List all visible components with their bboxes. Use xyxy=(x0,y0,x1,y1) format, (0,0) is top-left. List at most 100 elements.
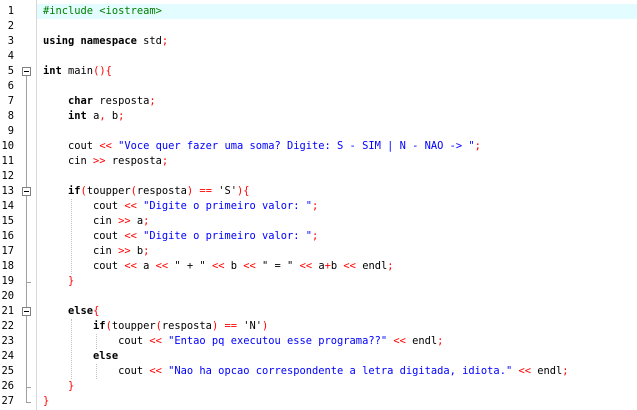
code-line-text: int a, b; xyxy=(43,109,124,124)
code-token: cout xyxy=(43,230,125,242)
line-number: 8 xyxy=(7,110,14,122)
code-token: toupper xyxy=(111,320,156,332)
code-line[interactable]: cout << "Digite o primeiro valor: "; xyxy=(37,199,637,214)
line-number: 7 xyxy=(7,95,14,107)
code-token: "Voce quer fazer uma soma? Digite: S - S… xyxy=(118,140,475,152)
line-number: 19 xyxy=(1,275,14,287)
fold-collapse-icon[interactable] xyxy=(22,187,31,196)
code-line-text: if(toupper(resposta) == 'N') xyxy=(43,319,268,334)
code-line[interactable]: } xyxy=(37,274,637,289)
code-line[interactable]: int a, b; xyxy=(37,109,637,124)
code-token: "Nao ha opcao correspondente a letra dig… xyxy=(168,365,519,377)
code-token: resposta xyxy=(136,185,187,197)
line-number: 12 xyxy=(1,170,14,182)
code-token: >> xyxy=(118,215,137,227)
code-line[interactable]: } xyxy=(37,379,637,394)
code-line[interactable]: cout << "Digite o primeiro valor: "; xyxy=(37,229,637,244)
code-token: if xyxy=(68,185,81,197)
code-line[interactable] xyxy=(37,19,637,34)
code-token: << xyxy=(124,260,144,272)
code-area[interactable]: #include <iostream> using namespace std; i… xyxy=(37,0,637,410)
code-line[interactable] xyxy=(37,169,637,184)
code-line[interactable]: cin >> a; xyxy=(37,214,637,229)
code-token: ; xyxy=(474,140,481,152)
code-line[interactable]: if(toupper(resposta) == 'S'){ xyxy=(37,184,637,199)
code-line[interactable] xyxy=(37,79,637,94)
code-line-text: cout << "Entao pq executou esse programa… xyxy=(43,334,443,349)
code-token: cout xyxy=(43,200,125,212)
indent-guide xyxy=(71,319,73,379)
code-token: << xyxy=(99,140,119,152)
line-number: 4 xyxy=(7,50,14,62)
code-line[interactable]: char resposta; xyxy=(37,94,637,109)
code-line[interactable]: else{ xyxy=(37,304,637,319)
code-editor[interactable]: 1 2 3 4 5 6 7 8 9 10 11 12 13 14 15 16 17 18 19 20 21 22 23 24 2… xyxy=(0,0,637,410)
code-line[interactable]: using namespace std; xyxy=(37,34,637,49)
fold-collapse-icon[interactable] xyxy=(22,67,31,76)
code-token: resposta xyxy=(161,320,212,332)
code-line-text: cout << "Digite o primeiro valor: "; xyxy=(43,229,318,244)
code-token: char xyxy=(68,95,100,107)
code-line-text: } xyxy=(43,274,74,289)
code-line[interactable]: int main(){ xyxy=(37,64,637,79)
code-token: else xyxy=(93,350,119,362)
code-line[interactable]: cout << "Entao pq executou esse programa… xyxy=(37,334,637,349)
code-token: << xyxy=(393,335,413,347)
code-line-text: cout << "Voce quer fazer uma soma? Digit… xyxy=(43,139,481,154)
code-token: ) == xyxy=(211,320,244,332)
code-token: main xyxy=(68,65,94,77)
code-line[interactable]: cout << a << " + " << b << " = " << a+b … xyxy=(37,259,637,274)
code-token: using namespace xyxy=(43,35,144,47)
line-number: 24 xyxy=(1,350,14,362)
code-line[interactable]: cin >> b; xyxy=(37,244,637,259)
code-line[interactable]: #include <iostream> xyxy=(37,4,637,19)
code-token: std xyxy=(143,35,162,47)
code-line[interactable]: cout << "Nao ha opcao correspondente a l… xyxy=(37,364,637,379)
code-token: >> xyxy=(93,155,112,167)
code-line-text: } xyxy=(43,394,49,409)
line-number: 3 xyxy=(7,35,14,47)
code-line-text: cout << "Nao ha opcao correspondente a l… xyxy=(43,364,569,379)
code-token: endl xyxy=(412,335,438,347)
code-token: << xyxy=(299,260,319,272)
code-line[interactable]: cout << "Voce quer fazer uma soma? Digit… xyxy=(37,139,637,154)
line-number: 18 xyxy=(1,260,14,272)
code-token: endl xyxy=(362,260,388,272)
code-line[interactable]: } xyxy=(37,394,637,409)
code-token: ; xyxy=(161,35,169,47)
code-line-text: char resposta; xyxy=(43,94,156,109)
line-number: 15 xyxy=(1,215,14,227)
line-number: 27 xyxy=(1,395,14,407)
code-token: cout xyxy=(43,140,100,152)
code-token: ; xyxy=(312,230,319,242)
code-token: endl xyxy=(537,365,563,377)
code-token: "Entao pq executou esse programa??" xyxy=(168,335,394,347)
code-line[interactable]: if(toupper(resposta) == 'N') xyxy=(37,319,637,334)
code-line[interactable] xyxy=(37,124,637,139)
code-line-text: int main(){ xyxy=(43,64,112,79)
code-line-text: else xyxy=(43,349,118,364)
code-line[interactable]: else xyxy=(37,349,637,364)
line-number: 13 xyxy=(1,185,14,197)
fold-collapse-icon[interactable] xyxy=(22,307,31,316)
code-line[interactable] xyxy=(37,49,637,64)
code-line-text: cout << a << " + " << b << " = " << a+b … xyxy=(43,259,393,274)
code-token: << xyxy=(124,200,144,212)
fold-end-marker xyxy=(26,282,31,283)
code-token: cin xyxy=(43,215,119,227)
indent-guide xyxy=(96,334,98,349)
code-token: 'S' xyxy=(218,185,237,197)
line-number: 23 xyxy=(1,335,14,347)
code-line[interactable] xyxy=(37,289,637,304)
line-number: 17 xyxy=(1,245,14,257)
code-token: ; xyxy=(562,365,569,377)
code-token: } xyxy=(43,395,50,407)
code-token: , xyxy=(99,110,112,122)
line-number: 6 xyxy=(7,80,14,92)
line-number: 1 xyxy=(7,5,14,17)
code-token: " + " xyxy=(174,260,212,272)
code-line[interactable]: cin >> resposta; xyxy=(37,154,637,169)
